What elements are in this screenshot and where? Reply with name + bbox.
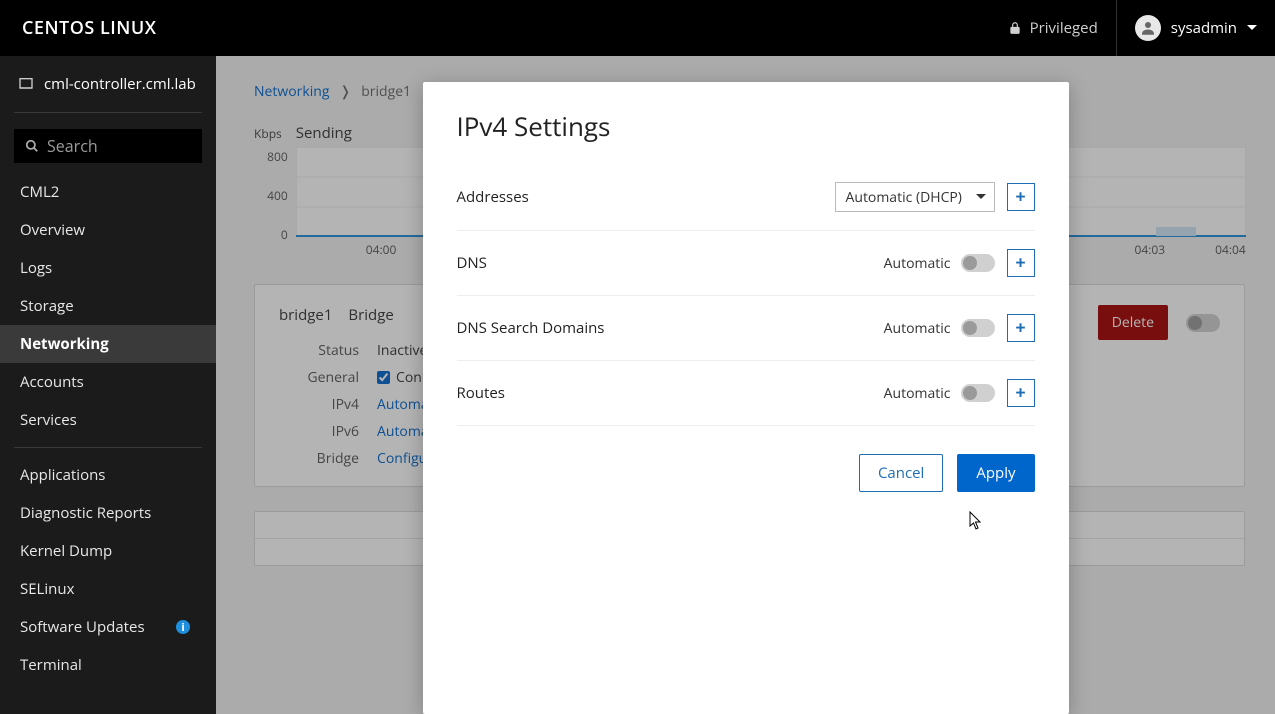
lock-icon [1008, 21, 1022, 35]
dns-auto-toggle[interactable] [961, 254, 995, 272]
addresses-row: Addresses Automatic (DHCP) + [457, 164, 1035, 231]
sidebar-item-accounts[interactable]: Accounts [0, 363, 216, 401]
routes-row: Routes Automatic + [457, 361, 1035, 426]
apply-button[interactable]: Apply [957, 454, 1034, 492]
ipv4-settings-modal: IPv4 Settings Addresses Automatic (DHCP)… [423, 82, 1069, 714]
info-badge-icon: i [176, 620, 190, 634]
sidebar-item-networking[interactable]: Networking [0, 325, 216, 363]
addresses-mode-select[interactable]: Automatic (DHCP) [835, 182, 995, 212]
sidebar-item-logs[interactable]: Logs [0, 249, 216, 287]
dns-row: DNS Automatic + [457, 231, 1035, 296]
routes-auto-toggle[interactable] [961, 384, 995, 402]
avatar [1135, 15, 1161, 41]
host-icon [18, 76, 34, 92]
sidebar-item-applications[interactable]: Applications [0, 456, 216, 494]
add-dns-search-button[interactable]: + [1007, 314, 1035, 342]
sidebar-item-cml2[interactable]: CML2 [0, 173, 216, 211]
cancel-button[interactable]: Cancel [859, 454, 943, 492]
sidebar-item-diagnostic[interactable]: Diagnostic Reports [0, 494, 216, 532]
top-bar: CENTOS LINUX Privileged sysadmin [0, 0, 1275, 56]
routes-label: Routes [457, 383, 505, 403]
add-dns-button[interactable]: + [1007, 249, 1035, 277]
dns-label: DNS [457, 253, 487, 273]
caret-down-icon [976, 192, 986, 202]
brand: CENTOS LINUX [0, 16, 178, 40]
nav-section-2: Applications Diagnostic Reports Kernel D… [0, 456, 216, 684]
caret-down-icon [1247, 23, 1257, 33]
user-name: sysadmin [1171, 18, 1237, 38]
modal-title: IPv4 Settings [457, 108, 1035, 144]
host-name: cml-controller.cml.lab [44, 74, 196, 94]
addresses-mode-value: Automatic (DHCP) [846, 188, 962, 207]
privileged-label: Privileged [1030, 18, 1098, 38]
main-content: Networking ❭ bridge1 Kbps 800 400 0 Send… [216, 56, 1275, 714]
dns-search-auto-toggle[interactable] [961, 319, 995, 337]
search-placeholder: Search [47, 135, 98, 157]
routes-auto-label: Automatic [884, 384, 951, 403]
dns-auto-label: Automatic [884, 254, 951, 273]
dns-search-row: DNS Search Domains Automatic + [457, 296, 1035, 361]
sidebar-item-kdump[interactable]: Kernel Dump [0, 532, 216, 570]
dns-search-label: DNS Search Domains [457, 318, 605, 338]
user-menu[interactable]: sysadmin [1117, 15, 1275, 41]
sidebar-item-storage[interactable]: Storage [0, 287, 216, 325]
search-input[interactable]: Search [14, 129, 202, 163]
sidebar-item-selinux[interactable]: SELinux [0, 570, 216, 608]
host-row[interactable]: cml-controller.cml.lab [0, 56, 216, 104]
sidebar-item-terminal[interactable]: Terminal [0, 646, 216, 684]
privileged-indicator[interactable]: Privileged [990, 0, 1117, 56]
add-route-button[interactable]: + [1007, 379, 1035, 407]
addresses-label: Addresses [457, 187, 529, 207]
modal-backdrop: IPv4 Settings Addresses Automatic (DHCP)… [216, 56, 1275, 714]
sidebar-item-services[interactable]: Services [0, 401, 216, 439]
dns-search-auto-label: Automatic [884, 319, 951, 338]
add-address-button[interactable]: + [1007, 183, 1035, 211]
search-icon [25, 139, 39, 153]
sidebar-item-overview[interactable]: Overview [0, 211, 216, 249]
sidebar-item-label: Software Updates [20, 617, 145, 637]
nav-section-1: CML2 Overview Logs Storage Networking Ac… [0, 173, 216, 439]
sidebar-item-swupdates[interactable]: Software Updates i [0, 608, 216, 646]
sidebar: cml-controller.cml.lab Search CML2 Overv… [0, 56, 216, 714]
